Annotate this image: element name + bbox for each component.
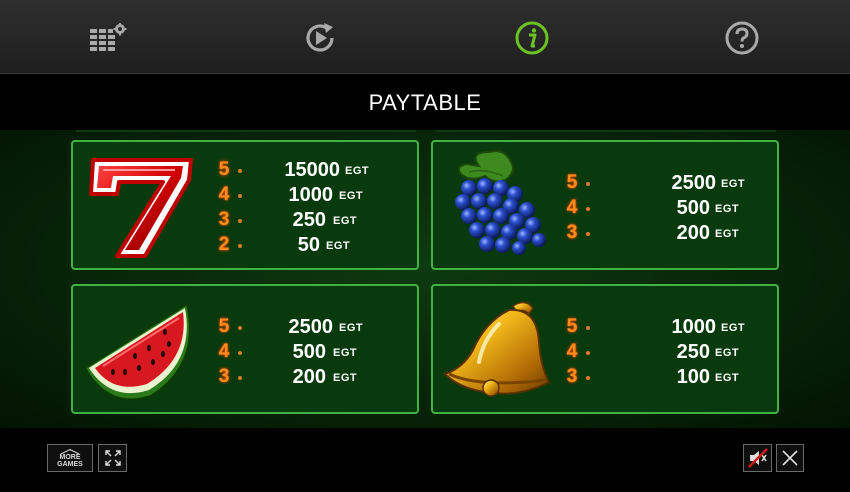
help-icon: [725, 21, 759, 55]
payout-value: 100: [676, 366, 710, 388]
bullet-icon: [238, 219, 242, 223]
currency-label: EGT: [721, 322, 746, 334]
symbol-count: 5: [218, 159, 230, 180]
bullet-icon: [586, 182, 590, 186]
symbol-count: 3: [566, 366, 578, 387]
payout-value: 15000: [284, 159, 340, 181]
payout-value: 2500: [288, 316, 334, 338]
pay-row: 4 1000 EGT: [215, 184, 415, 210]
autoplay-icon: [306, 23, 334, 52]
bet-settings-icon: [90, 23, 127, 51]
symbol-count: 4: [218, 341, 230, 362]
paytable-card-seven: 5 15000 EGT 4 1000 EGT 3 250 EGT 2 50 EG…: [71, 140, 419, 270]
bet-settings-button[interactable]: [88, 18, 128, 58]
autoplay-button[interactable]: [300, 18, 340, 58]
pay-row: 5 2500 EGT: [563, 172, 763, 198]
currency-label: EGT: [333, 215, 358, 227]
currency-label: EGT: [345, 165, 370, 177]
bullet-icon: [238, 376, 242, 380]
currency-label: EGT: [721, 178, 746, 190]
fullscreen-icon: [104, 450, 121, 466]
bullet-icon: [238, 326, 242, 330]
payout-value: 250: [292, 209, 326, 231]
bullet-icon: [586, 326, 590, 330]
paytable-card-bell: 5 1000 EGT 4 250 EGT 3 100 EGT: [431, 284, 779, 414]
currency-label: EGT: [715, 347, 740, 359]
paytable-card-grapes: 5 2500 EGT 4 500 EGT 3 200 EGT: [431, 140, 779, 270]
pay-row: 3 200 EGT: [215, 366, 415, 392]
symbol-count: 2: [218, 234, 230, 255]
payout-value: 1000: [288, 184, 334, 206]
sound-toggle-button[interactable]: [743, 444, 772, 472]
currency-label: EGT: [715, 203, 740, 215]
page-title: PAYTABLE: [368, 90, 482, 115]
bullet-icon: [586, 232, 590, 236]
paytable-header: PAYTABLE: [0, 74, 850, 132]
sound-muted-icon: [747, 448, 768, 468]
bullet-icon: [586, 376, 590, 380]
more-games-label: MORE GAMES: [57, 448, 83, 468]
symbol-count: 5: [218, 316, 230, 337]
help-button[interactable]: [722, 18, 762, 58]
bullet-icon: [238, 169, 242, 173]
more-games-button[interactable]: MORE GAMES: [47, 444, 93, 472]
grapes-symbol-icon: [455, 150, 546, 255]
payout-value: 50: [297, 234, 320, 256]
more-games-text-2: GAMES: [57, 460, 83, 468]
payout-value: 2500: [671, 172, 717, 194]
pay-row: 4 500 EGT: [215, 341, 415, 367]
pay-row: 5 15000 EGT: [215, 159, 415, 185]
payout-value: 500: [292, 341, 326, 363]
more-games-text-1: MORE: [59, 453, 81, 461]
pay-row: 2 50 EGT: [215, 234, 415, 260]
seven-symbol-icon: [89, 158, 193, 258]
bullet-icon: [586, 207, 590, 211]
bell-symbol-icon: [443, 301, 551, 397]
currency-label: EGT: [333, 347, 358, 359]
currency-label: EGT: [333, 372, 358, 384]
pay-row: 4 500 EGT: [563, 197, 763, 223]
pay-row: 3 100 EGT: [563, 366, 763, 392]
pay-row: 5 1000 EGT: [563, 316, 763, 342]
symbol-count: 4: [566, 341, 578, 362]
divider: [76, 130, 416, 132]
top-toolbar: [0, 0, 850, 74]
currency-label: EGT: [715, 228, 740, 240]
pay-row: 3 250 EGT: [215, 209, 415, 235]
currency-label: EGT: [339, 322, 364, 334]
close-button[interactable]: [776, 444, 804, 472]
payout-value: 250: [676, 341, 710, 363]
pay-row: 3 200 EGT: [563, 222, 763, 248]
pay-row: 4 250 EGT: [563, 341, 763, 367]
info-icon: [515, 21, 549, 55]
currency-label: EGT: [326, 240, 351, 252]
symbol-count: 4: [218, 184, 230, 205]
close-icon: [782, 450, 798, 466]
info-button[interactable]: [512, 18, 552, 58]
currency-label: EGT: [715, 372, 740, 384]
fullscreen-button[interactable]: [98, 444, 127, 472]
paytable-card-watermelon: 5 2500 EGT 4 500 EGT 3 200 EGT: [71, 284, 419, 414]
pay-row: 5 2500 EGT: [215, 316, 415, 342]
symbol-count: 3: [566, 222, 578, 243]
bullet-icon: [238, 351, 242, 355]
symbol-count: 5: [566, 172, 578, 193]
payout-value: 500: [676, 197, 710, 219]
watermelon-symbol-icon: [83, 302, 191, 401]
paytable-area: 5 15000 EGT 4 1000 EGT 3 250 EGT 2 50 EG…: [0, 130, 850, 428]
payout-value: 1000: [671, 316, 717, 338]
bullet-icon: [238, 194, 242, 198]
currency-label: EGT: [339, 190, 364, 202]
symbol-count: 3: [218, 366, 230, 387]
bullet-icon: [586, 351, 590, 355]
divider: [436, 130, 776, 132]
symbol-count: 3: [218, 209, 230, 230]
bottom-toolbar: MORE GAMES: [0, 428, 850, 492]
payout-value: 200: [292, 366, 326, 388]
symbol-count: 4: [566, 197, 578, 218]
symbol-count: 5: [566, 316, 578, 337]
bullet-icon: [238, 244, 242, 248]
payout-value: 200: [676, 222, 710, 244]
